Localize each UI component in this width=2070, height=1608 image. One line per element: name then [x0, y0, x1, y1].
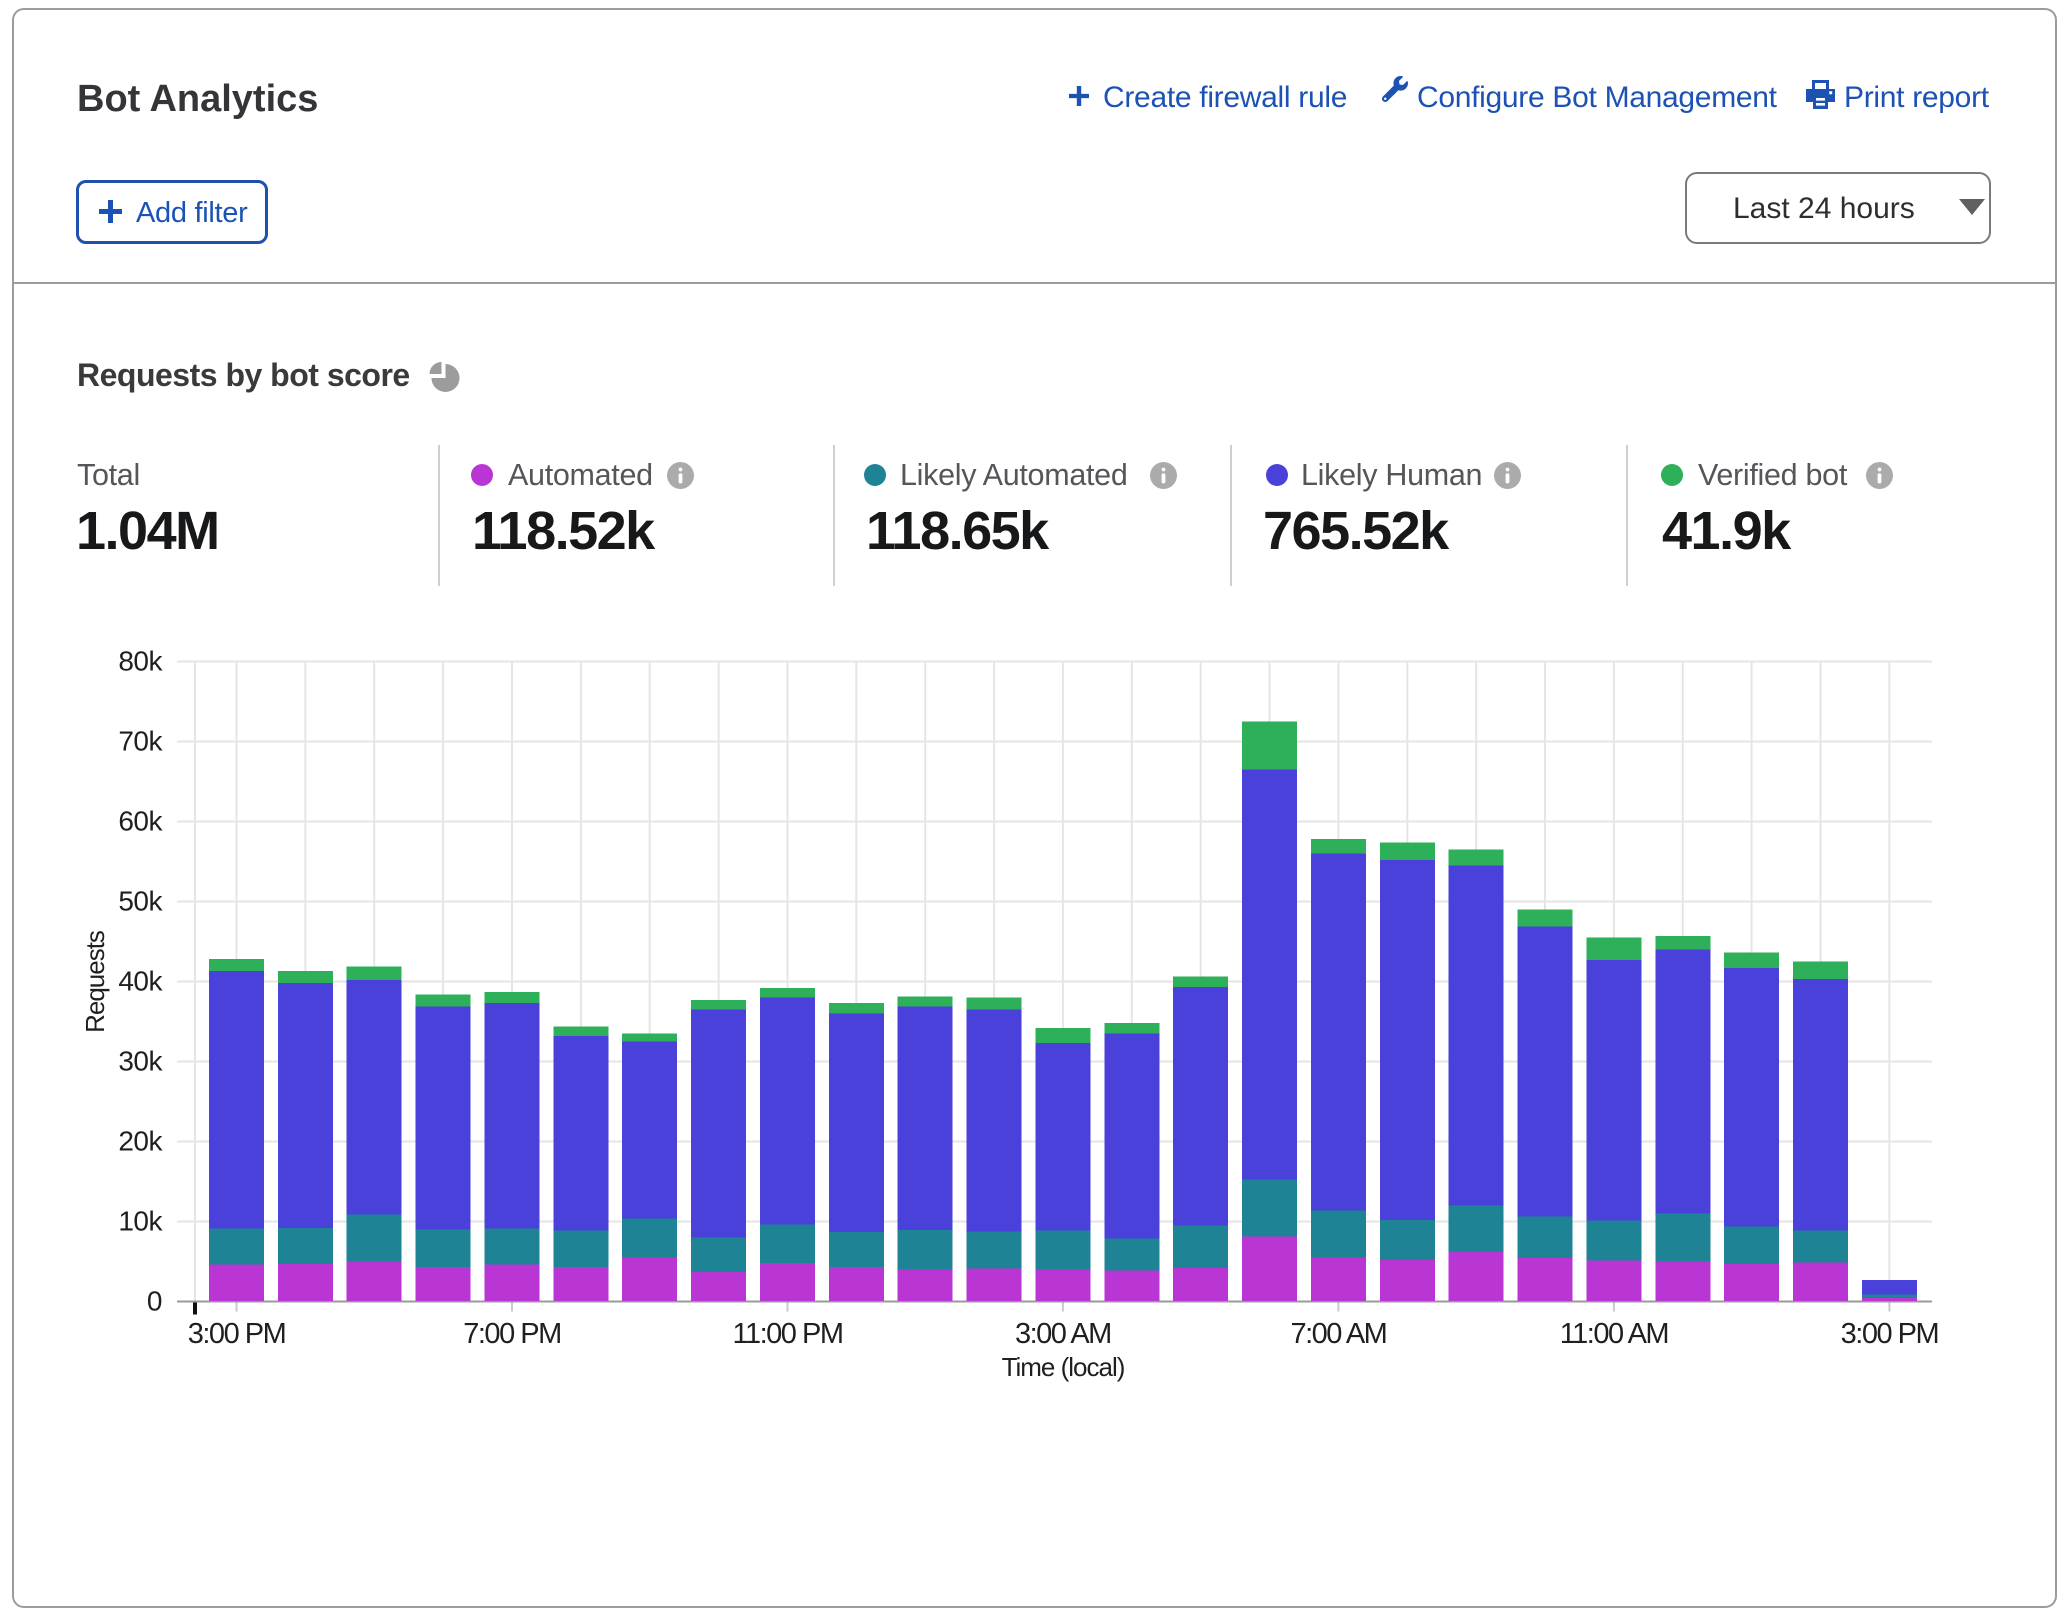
svg-text:20k: 20k	[118, 1126, 163, 1157]
svg-text:10k: 10k	[118, 1206, 163, 1237]
svg-text:11:00 AM: 11:00 AM	[1560, 1318, 1668, 1350]
svg-text:40k: 40k	[118, 966, 163, 997]
svg-text:Requests: Requests	[80, 930, 110, 1033]
svg-text:30k: 30k	[118, 1046, 163, 1077]
svg-text:3:00 AM: 3:00 AM	[1015, 1318, 1111, 1350]
svg-text:0: 0	[147, 1286, 162, 1317]
svg-text:70k: 70k	[118, 726, 163, 757]
svg-text:11:00 PM: 11:00 PM	[733, 1318, 843, 1350]
svg-text:7:00 PM: 7:00 PM	[463, 1318, 561, 1350]
svg-text:60k: 60k	[118, 806, 163, 837]
svg-text:3:00 PM: 3:00 PM	[1841, 1318, 1939, 1350]
svg-text:7:00 AM: 7:00 AM	[1290, 1318, 1386, 1350]
svg-text:Time (local): Time (local)	[1002, 1352, 1125, 1382]
svg-text:80k: 80k	[118, 646, 163, 677]
svg-text:50k: 50k	[118, 886, 163, 917]
svg-text:3:00 PM: 3:00 PM	[188, 1318, 286, 1350]
